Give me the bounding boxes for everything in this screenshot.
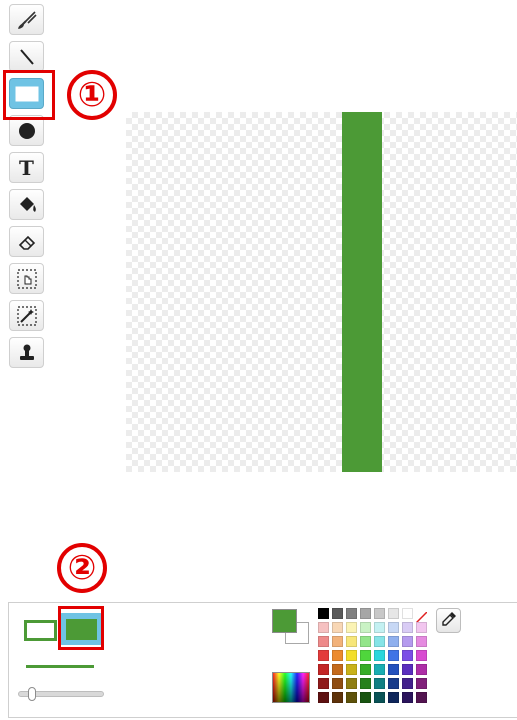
tool-stamp[interactable]: [9, 337, 44, 368]
palette-swatch[interactable]: [374, 636, 385, 647]
tool-eraser[interactable]: [9, 226, 44, 257]
tool-select[interactable]: [9, 263, 44, 294]
eyedropper-icon: [440, 610, 458, 632]
palette-swatch[interactable]: [318, 650, 329, 661]
palette-swatch[interactable]: [318, 636, 329, 647]
palette-swatch[interactable]: [402, 692, 413, 703]
callout-1: ①: [67, 70, 117, 120]
palette-swatch[interactable]: [402, 636, 413, 647]
brush-icon: [16, 9, 38, 31]
paint-bucket-icon: [16, 194, 38, 216]
callout-2: ②: [57, 543, 107, 593]
palette-swatch[interactable]: [388, 608, 399, 619]
palette-swatch[interactable]: [346, 678, 357, 689]
palette-swatch[interactable]: [360, 622, 371, 633]
select-icon: [16, 268, 38, 290]
palette-swatch[interactable]: [346, 664, 357, 675]
palette-swatch[interactable]: [416, 692, 427, 703]
palette-swatch[interactable]: [388, 622, 399, 633]
palette-swatch[interactable]: [388, 636, 399, 647]
highlight-fill-mode: [58, 606, 104, 650]
palette-swatch[interactable]: [360, 664, 371, 675]
palette-swatch[interactable]: [374, 678, 385, 689]
tool-fill[interactable]: [9, 189, 44, 220]
text-icon: T: [19, 155, 34, 180]
palette-swatch[interactable]: [332, 622, 343, 633]
palette-swatch[interactable]: [402, 650, 413, 661]
palette-swatch[interactable]: [402, 678, 413, 689]
palette-swatch[interactable]: [332, 664, 343, 675]
palette-swatch[interactable]: [416, 636, 427, 647]
line-width-slider-thumb[interactable]: [28, 687, 36, 701]
stamp-icon: [16, 342, 38, 364]
color-spectrum-button[interactable]: [272, 672, 310, 703]
fill-mode-outline-button[interactable]: [24, 620, 57, 641]
magic-select-icon: [16, 305, 38, 327]
palette-swatch[interactable]: [332, 678, 343, 689]
palette-swatch[interactable]: [388, 664, 399, 675]
palette-swatch[interactable]: [318, 664, 329, 675]
palette-swatch[interactable]: [360, 650, 371, 661]
palette-swatch[interactable]: [360, 608, 371, 619]
palette-swatch[interactable]: [374, 608, 385, 619]
palette-swatch[interactable]: [416, 678, 427, 689]
drawing-canvas[interactable]: [126, 112, 517, 472]
palette-swatch[interactable]: [318, 608, 329, 619]
ellipse-icon: [16, 120, 38, 142]
palette-swatch[interactable]: [374, 664, 385, 675]
palette-swatch[interactable]: [318, 622, 329, 633]
palette-swatch[interactable]: [360, 692, 371, 703]
palette-swatch[interactable]: [402, 664, 413, 675]
palette-swatch[interactable]: [388, 650, 399, 661]
palette-swatch[interactable]: [416, 622, 427, 633]
palette-swatch[interactable]: [402, 622, 413, 633]
line-width-preview: [26, 665, 94, 668]
palette-swatch[interactable]: [346, 650, 357, 661]
palette-swatch[interactable]: [346, 636, 357, 647]
palette-swatch[interactable]: [318, 678, 329, 689]
palette-swatch[interactable]: [388, 678, 399, 689]
palette-swatch[interactable]: [332, 650, 343, 661]
tool-line[interactable]: [9, 41, 44, 72]
green-rectangle-shape[interactable]: [342, 112, 382, 472]
palette-swatch[interactable]: [388, 692, 399, 703]
palette-swatch[interactable]: [346, 692, 357, 703]
palette-swatch[interactable]: [318, 692, 329, 703]
palette-swatch[interactable]: [360, 678, 371, 689]
palette-swatch[interactable]: [360, 636, 371, 647]
eraser-icon: [16, 231, 38, 253]
palette-swatch[interactable]: [346, 608, 357, 619]
palette-swatch[interactable]: [374, 650, 385, 661]
primary-color-swatch[interactable]: [272, 609, 297, 633]
tool-text[interactable]: T: [9, 152, 44, 183]
palette-swatch[interactable]: [332, 692, 343, 703]
palette-swatch[interactable]: [402, 608, 413, 619]
eyedropper-button[interactable]: [436, 608, 461, 633]
line-icon: [16, 46, 38, 68]
tool-magic-select[interactable]: [9, 300, 44, 331]
highlight-rectangle-tool: [3, 70, 55, 120]
tool-brush[interactable]: [9, 4, 44, 35]
palette-swatch[interactable]: [332, 608, 343, 619]
palette-swatch[interactable]: [332, 636, 343, 647]
no-color-swatch[interactable]: [415, 608, 428, 624]
palette-swatch[interactable]: [374, 692, 385, 703]
palette-swatch[interactable]: [346, 622, 357, 633]
palette-swatch[interactable]: [416, 650, 427, 661]
palette-swatch[interactable]: [416, 664, 427, 675]
palette-swatch[interactable]: [374, 622, 385, 633]
